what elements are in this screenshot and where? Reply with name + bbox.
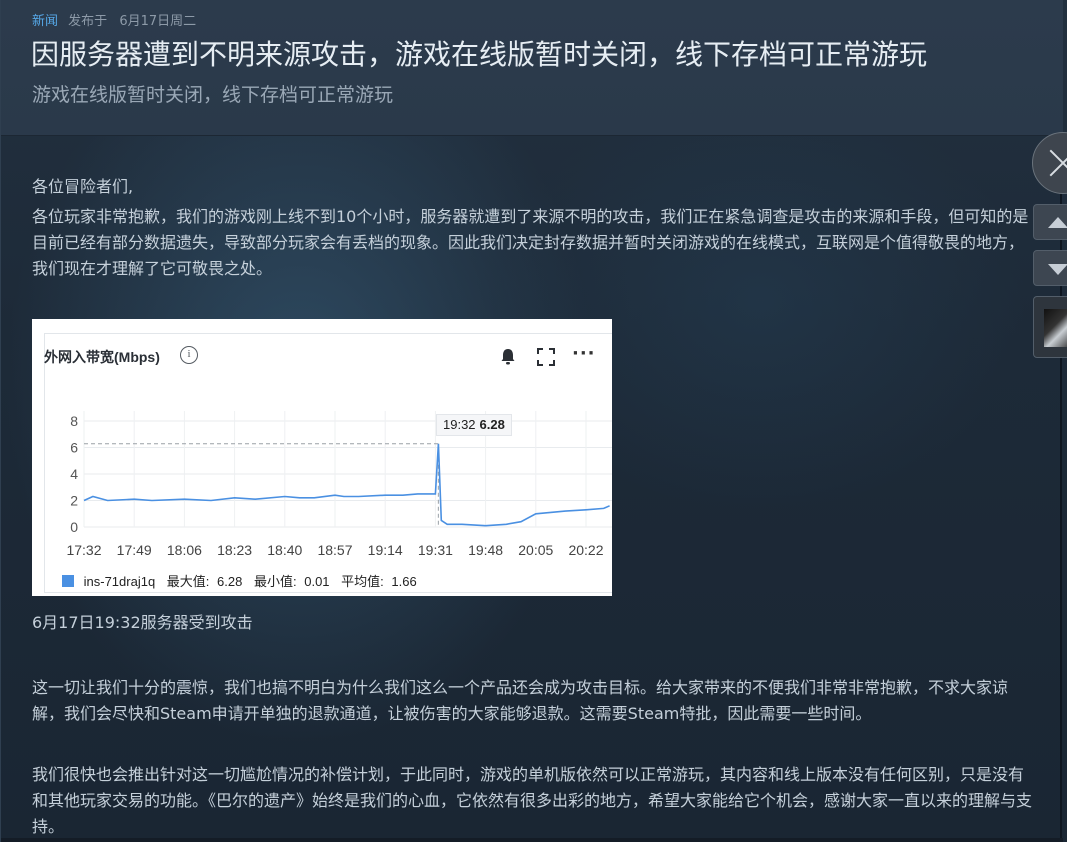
x-tick-label: 18:06	[167, 542, 202, 558]
y-tick-label: 6	[70, 440, 78, 456]
panel-bottom-edge	[1, 838, 1063, 842]
x-tick-label: 18:23	[217, 542, 252, 558]
previous-button[interactable]	[1033, 204, 1067, 240]
y-tick-label: 0	[70, 519, 78, 535]
news-meta: 新闻 发布于 6月17日周二	[32, 10, 197, 29]
chevron-up-icon	[1048, 217, 1067, 228]
published-label: 发布于	[68, 14, 108, 29]
news-subtitle: 游戏在线版暂时关闭，线下存档可正常游玩	[32, 84, 394, 106]
thumbnail-button[interactable]	[1033, 296, 1067, 358]
news-header: 新闻 发布于 6月17日周二 因服务器遭到不明来源攻击，游戏在线版暂时关闭，线下…	[1, 0, 1063, 136]
image-caption: 6月17日19:32服务器受到攻击	[32, 613, 253, 632]
fullscreen-icon	[537, 348, 555, 366]
info-icon: i	[180, 346, 198, 364]
news-panel: 新闻 发布于 6月17日周二 因服务器遭到不明来源攻击，游戏在线版暂时关闭，线下…	[0, 0, 1063, 842]
chart-title: 外网入带宽(Mbps)	[44, 349, 160, 365]
chart-legend: ins-71draj1q 最大值: 6.28 最小值: 0.01 平均值: 1.…	[62, 571, 425, 589]
legend-max-label: 最大值:	[166, 574, 210, 589]
news-title: 因服务器遭到不明来源攻击，游戏在线版暂时关闭，线下存档可正常游玩	[31, 38, 928, 71]
x-tick-label: 20:05	[518, 542, 553, 558]
tooltip-time: 19:32	[443, 417, 476, 432]
chevron-down-icon	[1048, 264, 1067, 275]
legend-min-label: 最小值:	[253, 574, 297, 589]
news-tag[interactable]: 新闻	[32, 14, 58, 29]
bell-icon	[501, 349, 515, 365]
x-tick-label: 17:49	[117, 542, 152, 558]
x-tick-label: 19:48	[468, 542, 503, 558]
legend-swatch	[62, 575, 74, 587]
x-tick-label: 19:31	[418, 542, 453, 558]
x-tick-label: 18:40	[267, 542, 302, 558]
thumbnail-image	[1044, 309, 1067, 347]
legend-avg-value: 1.66	[391, 574, 417, 589]
paragraph-2: 这一切让我们十分的震惊，我们也搞不明白为什么我们这么一个产品还会成为攻击目标。给…	[32, 678, 1009, 723]
x-tick-label: 20:22	[568, 542, 603, 558]
legend-min-value: 0.01	[304, 574, 330, 589]
x-tick-label: 19:14	[368, 542, 403, 558]
y-tick-label: 4	[70, 466, 78, 482]
y-tick-label: 2	[70, 493, 78, 509]
next-button[interactable]	[1033, 250, 1067, 286]
tooltip-value: 6.28	[479, 417, 505, 432]
series-line	[83, 443, 610, 527]
legend-avg-label: 平均值:	[341, 574, 384, 589]
greeting-text: 各位冒险者们,	[32, 177, 134, 196]
x-tick-label: 18:57	[317, 542, 352, 558]
publish-date: 6月17日周二	[119, 14, 197, 29]
paragraph-3: 我们很快也会推出针对这一切尴尬情况的补偿计划，于此同时，游戏的单机版依然可以正常…	[32, 765, 1033, 836]
bandwidth-chart-image: 0 2 4 6 8 17:32 17:49 18:06 18:23 18:40 18:57 19:14…	[32, 319, 612, 596]
paragraph-1: 各位玩家非常抱歉，我们的游戏刚上线不到10个小时，服务器就遭到了来源不明的攻击，…	[32, 207, 1029, 278]
y-tick-label: 8	[70, 413, 78, 429]
x-tick-label: 17:32	[66, 542, 101, 558]
legend-series-name: ins-71draj1q	[83, 574, 156, 589]
chart-tooltip: 19:32 6.28	[436, 414, 512, 436]
legend-max-value: 6.28	[217, 574, 243, 589]
more-icon: ···	[572, 343, 596, 364]
